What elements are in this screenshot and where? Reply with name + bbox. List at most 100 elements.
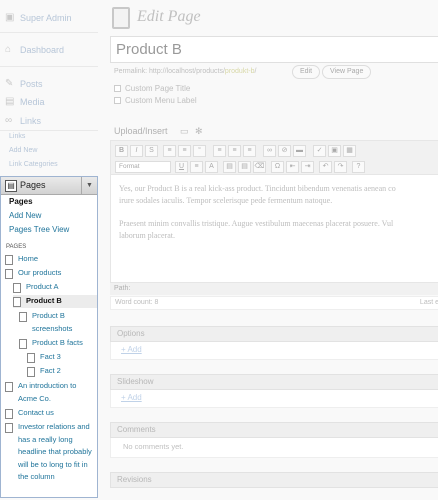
sidebar-subitem-add-new-link[interactable]: Add New (9, 147, 37, 154)
chevron-down-icon[interactable]: ▼ (81, 177, 97, 194)
insert-link-icon[interactable]: ∞ (263, 145, 276, 157)
slideshow-add-link[interactable]: + Add (121, 393, 142, 402)
special-char-icon[interactable]: Ω (271, 161, 284, 173)
remove-format-icon[interactable]: ⌫ (253, 161, 266, 173)
page-file-icon (5, 409, 13, 419)
format-select[interactable]: Format (115, 161, 171, 173)
page-file-icon (27, 367, 35, 377)
comments-box-body: No comments yet. (110, 438, 438, 458)
tree-item-fact-3[interactable]: Fact 3 (27, 351, 95, 364)
custom-menu-label-option[interactable]: Custom Menu Label (114, 96, 197, 105)
undo-icon[interactable]: ↶ (319, 161, 332, 173)
tree-item-label: Contact us (18, 408, 54, 417)
text-color-icon[interactable]: A (205, 161, 218, 173)
permalink-end: / (254, 68, 257, 75)
pages-menu-title: Pages (20, 180, 46, 190)
subnav-pages-tree-view[interactable]: Pages Tree View (9, 225, 69, 234)
numbered-list-icon[interactable]: ≡ (178, 145, 191, 157)
revisions-box-header[interactable]: Revisions (110, 472, 438, 488)
help-icon[interactable]: ? (352, 161, 365, 173)
page-file-icon (5, 255, 13, 265)
media-upload-icons: ▭ ✻ (180, 126, 203, 137)
sidebar-item-links[interactable]: ∞ Links (0, 112, 98, 129)
redo-icon[interactable]: ↷ (334, 161, 347, 173)
permalink-row: Permalink: http://localhost/products/pro… (114, 68, 256, 75)
page-file-icon (5, 269, 13, 279)
tree-item-label: Investor relations and has a really long… (18, 422, 92, 481)
sidebar-item-posts[interactable]: ✎ Posts (0, 75, 98, 92)
spellcheck-icon[interactable]: ✓ (313, 145, 326, 157)
subnav-add-new-page[interactable]: Add New (9, 211, 41, 220)
justify-icon[interactable]: ≡ (190, 161, 203, 173)
edit-permalink-button[interactable]: Edit (292, 65, 321, 79)
checkbox-label: Custom Page Title (125, 84, 191, 93)
tree-item-product-b-selected[interactable]: Product B (13, 295, 97, 308)
tree-item-fact-2[interactable]: Fact 2 (27, 365, 95, 378)
view-page-button[interactable]: View Page (322, 65, 372, 79)
sidebar-item-media[interactable]: ▤ Media (0, 93, 98, 110)
checkbox[interactable] (114, 97, 121, 104)
divider (0, 32, 98, 33)
sidebar-label: Posts (20, 78, 43, 89)
editor-paragraph-2-line-2[interactable]: laborum placerat. (119, 230, 438, 242)
pages-icon: ▤ (5, 180, 17, 192)
more-tag-icon[interactable]: ▬ (293, 145, 306, 157)
unlink-icon[interactable]: ⊘ (278, 145, 291, 157)
tree-item-label: Product A (26, 282, 59, 291)
subnav-pages-current[interactable]: Pages (9, 197, 33, 206)
tree-item-product-b-screenshots[interactable]: Product B screenshots (19, 310, 95, 335)
slideshow-box-header[interactable]: Slideshow (110, 374, 438, 390)
paste-word-icon[interactable]: ▤ (238, 161, 251, 173)
blockquote-icon[interactable]: “ (193, 145, 206, 157)
permalink-label: Permalink: (114, 68, 148, 75)
bullet-list-icon[interactable]: ≡ (163, 145, 176, 157)
options-add-link[interactable]: + Add (121, 345, 142, 354)
options-box-header[interactable]: Options (110, 326, 438, 342)
media-icon: ▤ (5, 96, 15, 107)
pages-menu-panel: ▤ Pages ▼ Pages Add New Pages Tree View … (0, 176, 98, 498)
indent-icon[interactable]: ⇥ (301, 161, 314, 173)
tree-item-our-products[interactable]: Our products (5, 267, 95, 280)
bold-icon[interactable]: B (115, 145, 128, 157)
divider (0, 66, 98, 67)
tree-item-contact-us[interactable]: Contact us (5, 407, 95, 420)
tree-item-label: Product B facts (32, 338, 83, 347)
italic-icon[interactable]: I (130, 145, 143, 157)
page-file-icon (27, 353, 35, 363)
page-file-icon (13, 283, 21, 293)
editor-paragraph-1-line-2[interactable]: irure sodales iaculis. Tempor scelerisqu… (119, 195, 438, 207)
sidebar-subitem-link-categories[interactable]: Link Categories (9, 161, 58, 168)
align-left-icon[interactable]: ≡ (213, 145, 226, 157)
checkbox-label: Custom Menu Label (125, 96, 197, 105)
super-admin-icon: ▣ (5, 12, 15, 23)
tree-item-home[interactable]: Home (5, 253, 95, 266)
fullscreen-icon[interactable]: ▣ (328, 145, 341, 157)
permalink-slug[interactable]: produkt-b (225, 68, 255, 75)
strikethrough-icon[interactable]: S (145, 145, 158, 157)
post-title-input[interactable]: Product B (110, 36, 438, 63)
kitchen-sink-icon[interactable]: ▦ (343, 145, 356, 157)
add-image-icon[interactable]: ▭ (180, 126, 189, 136)
tree-item-label: An introduction to Acme Co. (18, 381, 77, 403)
underline-icon[interactable]: U (175, 161, 188, 173)
paste-text-icon[interactable]: ▤ (223, 161, 236, 173)
sidebar-item-super-admin[interactable]: ▣ Super Admin (0, 9, 98, 26)
tree-item-investor-relations[interactable]: Investor relations and has a really long… (5, 421, 95, 491)
checkbox[interactable] (114, 85, 121, 92)
sidebar-label: Dashboard (20, 44, 65, 55)
align-center-icon[interactable]: ≡ (228, 145, 241, 157)
outdent-icon[interactable]: ⇤ (286, 161, 299, 173)
add-media-icon[interactable]: ✻ (195, 126, 203, 136)
custom-page-title-option[interactable]: Custom Page Title (114, 84, 190, 93)
tree-item-an-introduction[interactable]: An introduction to Acme Co. (5, 380, 95, 405)
pages-menu-header[interactable]: ▤ Pages ▼ (1, 177, 97, 195)
tree-item-product-a[interactable]: Product A (13, 281, 95, 294)
align-right-icon[interactable]: ≡ (243, 145, 256, 157)
sidebar-item-dashboard[interactable]: ⌂ Dashboard (0, 41, 98, 58)
comments-box-header[interactable]: Comments (110, 422, 438, 438)
tree-item-product-b-facts[interactable]: Product B facts (19, 337, 95, 350)
sidebar-label: Links (20, 115, 42, 126)
editor-paragraph-1-line-1[interactable]: Yes, our Product B is a real kick-ass pr… (119, 183, 438, 195)
editor-paragraph-2-line-1[interactable]: Praesent minim convallis tristique. Augu… (119, 218, 438, 230)
sidebar-subitem-links[interactable]: Links (9, 133, 25, 140)
